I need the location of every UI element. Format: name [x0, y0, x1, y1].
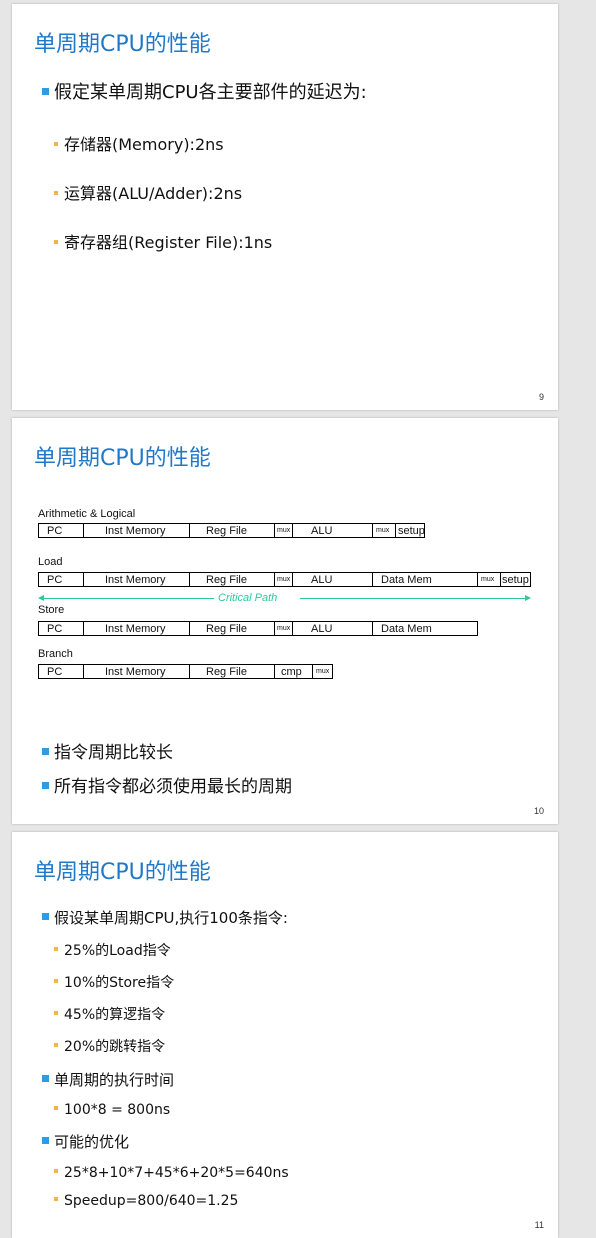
stage-inst-memory: Inst Memory	[83, 523, 190, 538]
slide-title: 单周期CPU的性能	[34, 446, 211, 471]
sub-bullet-text: 寄存器组(Register File):1ns	[64, 233, 273, 252]
slide-title: 单周期CPU的性能	[34, 32, 211, 57]
sub-bullet-item: 25*8+10*7+45*6+20*5=640ns	[54, 1165, 289, 1181]
dot-bullet-icon	[54, 141, 58, 146]
bullet-text: 假设某单周期CPU,执行100条指令:	[54, 909, 288, 927]
bullet-item: 假定某单周期CPU各主要部件的延迟为:	[42, 78, 367, 104]
sub-bullet-item: 100*8 = 800ns	[54, 1102, 170, 1118]
bullet-text: 可能的优化	[54, 1133, 130, 1151]
stage-alu: ALU	[292, 572, 373, 587]
square-bullet-icon	[42, 1137, 49, 1144]
bullet-item: 所有指令都必须使用最长的周期	[42, 772, 292, 797]
sub-bullet-item: 10%的Store指令	[54, 972, 174, 992]
bullet-item: 单周期的执行时间	[42, 1069, 174, 1090]
dot-bullet-icon	[54, 979, 58, 983]
stage-cmp: cmp	[274, 664, 313, 679]
slide-9: 单周期CPU的性能 假定某单周期CPU各主要部件的延迟为: 存储器(Memory…	[12, 4, 558, 410]
sub-bullet-text: 100*8 = 800ns	[64, 1102, 171, 1118]
sub-bullet-text: 存储器(Memory):2ns	[64, 135, 224, 154]
stage-mux: mux	[274, 523, 293, 538]
sub-bullet-item: 45%的算逻指令	[54, 1004, 165, 1024]
sub-bullet-text: 45%的算逻指令	[64, 1007, 166, 1023]
stage-inst-memory: Inst Memory	[83, 664, 190, 679]
dot-bullet-icon	[54, 190, 58, 195]
slide-title: 单周期CPU的性能	[34, 860, 211, 885]
stage-data-mem: Data Mem	[372, 621, 478, 636]
stage-setup: setup	[395, 523, 425, 538]
square-bullet-icon	[42, 781, 49, 789]
sub-bullet-text: 运算器(ALU/Adder):2ns	[64, 184, 243, 203]
dot-bullet-icon	[54, 1197, 58, 1201]
bullet-item: 指令周期比较长	[42, 738, 173, 763]
row-label-branch: Branch	[38, 648, 73, 660]
row-label-arith: Arithmetic & Logical	[38, 508, 136, 520]
stage-mux: mux	[274, 572, 293, 587]
sub-bullet-text: 25%的Load指令	[64, 943, 171, 959]
dot-bullet-icon	[54, 1106, 58, 1110]
stage-inst-memory: Inst Memory	[83, 572, 190, 587]
stage-mux: mux	[274, 621, 293, 636]
stage-mux: mux	[477, 572, 501, 587]
bullet-item: 假设某单周期CPU,执行100条指令:	[42, 907, 288, 928]
stage-mux: mux	[312, 664, 333, 679]
square-bullet-icon	[42, 87, 49, 95]
row-label-store: Store	[38, 604, 65, 616]
stage-mux: mux	[372, 523, 396, 538]
square-bullet-icon	[42, 1075, 49, 1082]
stage-alu: ALU	[292, 523, 373, 538]
stage-pc: PC	[38, 664, 84, 679]
critical-path-arrow: Critical Path	[38, 592, 531, 604]
sub-bullet-text: 10%的Store指令	[64, 975, 175, 991]
bullet-text: 单周期的执行时间	[54, 1071, 175, 1089]
page-number: 11	[534, 1220, 544, 1230]
bullet-text: 假定某单周期CPU各主要部件的延迟为:	[54, 82, 367, 103]
critical-path-line	[42, 598, 214, 599]
sub-bullet-item: 运算器(ALU/Adder):2ns	[54, 180, 242, 204]
dot-bullet-icon	[54, 1169, 58, 1173]
arrow-right-icon	[525, 595, 531, 601]
dot-bullet-icon	[54, 239, 58, 244]
slide-10: 单周期CPU的性能 Arithmetic & Logical PC Inst M…	[12, 418, 558, 824]
dot-bullet-icon	[54, 1011, 58, 1015]
sub-bullet-text: Speedup=800/640=1.25	[64, 1193, 239, 1209]
stage-alu: ALU	[292, 621, 373, 636]
square-bullet-icon	[42, 913, 49, 920]
sub-bullet-item: 寄存器组(Register File):1ns	[54, 229, 272, 253]
stage-reg-file: Reg File	[189, 523, 275, 538]
row-label-load: Load	[38, 556, 63, 568]
stage-setup: setup	[500, 572, 531, 587]
stage-reg-file: Reg File	[189, 572, 275, 587]
sub-bullet-item: 20%的跳转指令	[54, 1036, 165, 1056]
stage-pc: PC	[38, 572, 84, 587]
stage-inst-memory: Inst Memory	[83, 621, 190, 636]
stage-pc: PC	[38, 523, 84, 538]
sub-bullet-text: 20%的跳转指令	[64, 1039, 166, 1055]
stage-reg-file: Reg File	[189, 621, 275, 636]
bullet-text: 所有指令都必须使用最长的周期	[54, 777, 292, 797]
stage-data-mem: Data Mem	[372, 572, 478, 587]
stage-reg-file: Reg File	[189, 664, 275, 679]
sub-bullet-item: 存储器(Memory):2ns	[54, 131, 224, 155]
dot-bullet-icon	[54, 1043, 58, 1047]
critical-path-label: Critical Path	[218, 592, 278, 604]
sub-bullet-item: 25%的Load指令	[54, 940, 171, 960]
slide-11: 单周期CPU的性能 假设某单周期CPU,执行100条指令: 25%的Load指令…	[12, 832, 558, 1238]
bullet-item: 可能的优化	[42, 1131, 129, 1152]
critical-path-line	[300, 598, 527, 599]
page-number: 9	[538, 392, 544, 402]
stage-pc: PC	[38, 621, 84, 636]
sub-bullet-item: Speedup=800/640=1.25	[54, 1193, 238, 1209]
page-number: 10	[533, 806, 544, 816]
dot-bullet-icon	[54, 947, 58, 951]
square-bullet-icon	[42, 747, 49, 755]
sub-bullet-text: 25*8+10*7+45*6+20*5=640ns	[64, 1165, 289, 1181]
bullet-text: 指令周期比较长	[54, 743, 173, 763]
